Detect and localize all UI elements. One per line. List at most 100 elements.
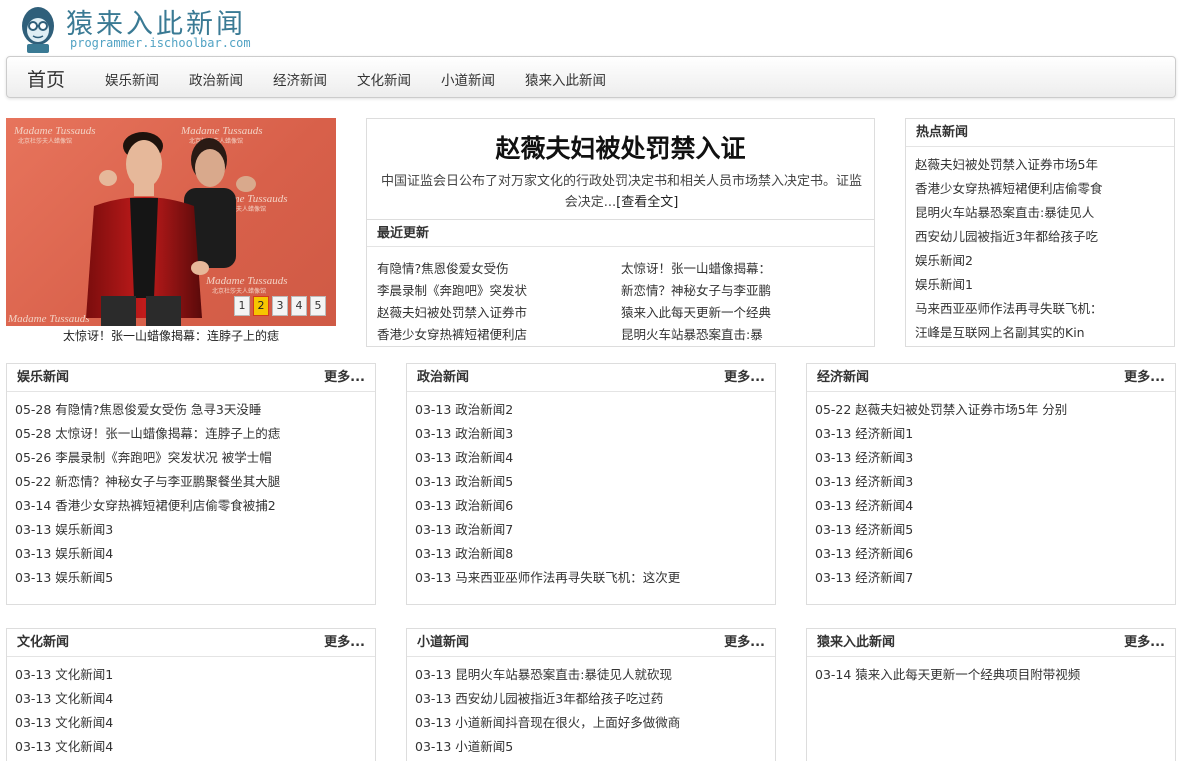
site-header: 猿来入此新闻 programmer.ischoolbar.com	[0, 0, 1196, 56]
headline-title[interactable]: 赵薇夫妇被处罚禁入证	[367, 129, 874, 165]
news-item[interactable]: 03-13 小道新闻5	[415, 735, 775, 759]
news-item[interactable]: 03-13 经济新闻3	[815, 470, 1175, 494]
pager-page-5[interactable]: 5	[310, 296, 326, 316]
main-nav: 首页 娱乐新闻 政治新闻 经济新闻 文化新闻 小道新闻 猿来入此新闻	[6, 56, 1176, 98]
news-item[interactable]: 03-13 政治新闻3	[415, 422, 775, 446]
hot-news-item[interactable]: 赵薇夫妇被处罚禁入证券市场5年	[915, 153, 1174, 177]
hot-news-item[interactable]: 马来西亚巫师作法再寻失联飞机：	[915, 297, 1174, 321]
section-list: 05-28 有隐情?焦恩俊爱女受伤 急寻3天没睡 05-28 太惊讶！张一山蜡像…	[7, 392, 375, 590]
section-title: 娱乐新闻	[17, 370, 70, 385]
carousel-caption[interactable]: 太惊讶！张一山蜡像揭幕：连脖子上的痣	[6, 327, 336, 344]
nav-item-politics[interactable]: 政治新闻	[189, 69, 243, 89]
banner-text-2: Madame Tussauds	[180, 125, 263, 137]
hot-news-item[interactable]: 汪峰是互联网上名副其实的Kin	[915, 321, 1174, 345]
section-header: 小道新闻 更多...	[407, 629, 775, 657]
nav-item-yuanlai[interactable]: 猿来入此新闻	[525, 69, 606, 89]
site-subtitle: programmer.ischoolbar.com	[70, 36, 251, 50]
recent-item[interactable]: 新恋情？神秘女子与李亚鹏	[621, 280, 865, 302]
hot-news-item[interactable]: 昆明火车站暴恐案直击:暴徒见人	[915, 201, 1174, 225]
news-item[interactable]: 03-13 娱乐新闻4	[15, 542, 375, 566]
banner-sub-4: 北京杜莎夫人蜡像馆	[212, 287, 266, 295]
carousel-image[interactable]: Madame Tussauds Madame Tussauds Madame T…	[6, 118, 336, 326]
news-item[interactable]: 03-13 文化新闻4	[15, 735, 375, 759]
news-item[interactable]: 05-28 太惊讶！张一山蜡像揭幕：连脖子上的痣	[15, 422, 375, 446]
hot-news-item[interactable]: 西安幼儿园被指近3年都给孩子吃	[915, 225, 1174, 249]
news-item[interactable]: 03-13 经济新闻3	[815, 446, 1175, 470]
section-list: 03-13 政治新闻2 03-13 政治新闻3 03-13 政治新闻4 03-1…	[407, 392, 775, 590]
more-link[interactable]: 更多...	[324, 364, 365, 391]
news-item[interactable]: 03-13 经济新闻6	[815, 542, 1175, 566]
news-item[interactable]: 03-13 政治新闻4	[415, 446, 775, 470]
news-item[interactable]: 05-22 赵薇夫妇被处罚禁入证券市场5年 分别	[815, 398, 1175, 422]
monkey-mascot-icon[interactable]	[18, 2, 58, 54]
section-gossip: 小道新闻 更多... 03-13 昆明火车站暴恐案直击:暴徒见人就砍现 03-1…	[406, 628, 776, 761]
carousel-pager: 1 2 3 4 5	[231, 296, 326, 316]
recent-updates-list: 有隐情?焦恩俊爱女受伤 太惊讶！张一山蜡像揭幕： 李晨录制《奔跑吧》突发状 新恋…	[377, 258, 867, 346]
more-link[interactable]: 更多...	[724, 629, 765, 656]
news-item[interactable]: 03-13 政治新闻6	[415, 494, 775, 518]
more-link[interactable]: 更多...	[1124, 629, 1165, 656]
news-item[interactable]: 03-13 政治新闻2	[415, 398, 775, 422]
news-item[interactable]: 03-13 经济新闻7	[815, 566, 1175, 590]
hot-news-item[interactable]: 香港少女穿热裤短裙便利店偷零食	[915, 177, 1174, 201]
section-politics: 政治新闻 更多... 03-13 政治新闻2 03-13 政治新闻3 03-13…	[406, 363, 776, 605]
news-item[interactable]: 05-26 李晨录制《奔跑吧》突发状况 被学士帽	[15, 446, 375, 470]
recent-item[interactable]: 李晨录制《奔跑吧》突发状	[377, 280, 621, 302]
news-item[interactable]: 03-13 经济新闻4	[815, 494, 1175, 518]
more-link[interactable]: 更多...	[1124, 364, 1165, 391]
news-item[interactable]: 03-13 政治新闻8	[415, 542, 775, 566]
news-item[interactable]: 03-13 文化新闻4	[15, 711, 375, 735]
news-item[interactable]: 03-13 经济新闻5	[815, 518, 1175, 542]
news-item[interactable]: 03-14 香港少女穿热裤短裙便利店偷零食被捕2	[15, 494, 375, 518]
news-item[interactable]: 03-14 猿来入此每天更新一个经典项目附带视频	[815, 663, 1175, 687]
nav-item-economy[interactable]: 经济新闻	[273, 69, 327, 89]
section-list: 05-22 赵薇夫妇被处罚禁入证券市场5年 分别 03-13 经济新闻1 03-…	[807, 392, 1175, 590]
recent-item[interactable]: 猿来入此每天更新一个经典	[621, 302, 865, 324]
nav-item-culture[interactable]: 文化新闻	[357, 69, 411, 89]
recent-item[interactable]: 太惊讶！张一山蜡像揭幕：	[621, 258, 865, 280]
news-item[interactable]: 03-13 经济新闻1	[815, 422, 1175, 446]
news-item[interactable]: 03-13 文化新闻4	[15, 687, 375, 711]
more-link[interactable]: 更多...	[724, 364, 765, 391]
more-link[interactable]: 更多...	[324, 629, 365, 656]
recent-item[interactable]: 有隐情?焦恩俊爱女受伤	[377, 258, 621, 280]
recent-item[interactable]: 昆明火车站暴恐案直击:暴	[621, 324, 865, 346]
hot-news-item[interactable]: 娱乐新闻2	[915, 249, 1174, 273]
news-item[interactable]: 03-13 西安幼儿园被指近3年都给孩子吃过药	[415, 687, 775, 711]
banner-text-5: Madame Tussauds	[7, 313, 90, 325]
banner-text-4: Madame Tussauds	[205, 275, 288, 287]
nav-home[interactable]: 首页	[27, 65, 65, 92]
news-item[interactable]: 03-13 马来西亚巫师作法再寻失联飞机：这次更	[415, 566, 775, 590]
news-item[interactable]: 03-13 娱乐新闻5	[15, 566, 375, 590]
news-item[interactable]: 05-22 新恋情？神秘女子与李亚鹏聚餐坐其大腿	[15, 470, 375, 494]
section-economy: 经济新闻 更多... 05-22 赵薇夫妇被处罚禁入证券市场5年 分别 03-1…	[806, 363, 1176, 605]
nav-item-entertainment[interactable]: 娱乐新闻	[105, 69, 159, 89]
section-list: 03-14 猿来入此每天更新一个经典项目附带视频	[807, 657, 1175, 687]
section-header: 文化新闻 更多...	[7, 629, 375, 657]
section-title: 小道新闻	[417, 635, 470, 650]
recent-item[interactable]: 赵薇夫妇被处罚禁入证券市	[377, 302, 621, 324]
pager-page-1[interactable]: 1	[234, 296, 250, 316]
pager-page-4[interactable]: 4	[291, 296, 307, 316]
news-item[interactable]: 05-28 有隐情?焦恩俊爱女受伤 急寻3天没睡	[15, 398, 375, 422]
read-more-link[interactable]: [查看全文]	[616, 195, 678, 210]
pager-page-3[interactable]: 3	[272, 296, 288, 316]
news-item[interactable]: 03-13 小道新闻抖音现在很火，上面好多做微商	[415, 711, 775, 735]
nav-item-gossip[interactable]: 小道新闻	[441, 69, 495, 89]
news-item[interactable]: 03-13 文化新闻1	[15, 663, 375, 687]
section-yuanlai: 猿来入此新闻 更多... 03-14 猿来入此每天更新一个经典项目附带视频	[806, 628, 1176, 761]
section-culture: 文化新闻 更多... 03-13 文化新闻1 03-13 文化新闻4 03-13…	[6, 628, 376, 761]
news-item[interactable]: 03-13 娱乐新闻3	[15, 518, 375, 542]
recent-item[interactable]: 香港少女穿热裤短裙便利店	[377, 324, 621, 346]
hot-news-list: 赵薇夫妇被处罚禁入证券市场5年 香港少女穿热裤短裙便利店偷零食 昆明火车站暴恐案…	[906, 147, 1174, 345]
section-header: 政治新闻 更多...	[407, 364, 775, 392]
news-item[interactable]: 03-13 政治新闻7	[415, 518, 775, 542]
hot-news-panel: 热点新闻 赵薇夫妇被处罚禁入证券市场5年 香港少女穿热裤短裙便利店偷零食 昆明火…	[905, 118, 1175, 347]
banner-sub-1: 北京杜莎夫人蜡像馆	[18, 137, 72, 145]
news-item[interactable]: 03-13 昆明火车站暴恐案直击:暴徒见人就砍现	[415, 663, 775, 687]
hot-news-item[interactable]: 娱乐新闻1	[915, 273, 1174, 297]
news-item[interactable]: 03-13 政治新闻5	[415, 470, 775, 494]
section-header: 经济新闻 更多...	[807, 364, 1175, 392]
pager-page-2[interactable]: 2	[253, 296, 269, 316]
section-entertainment: 娱乐新闻 更多... 05-28 有隐情?焦恩俊爱女受伤 急寻3天没睡 05-2…	[6, 363, 376, 605]
